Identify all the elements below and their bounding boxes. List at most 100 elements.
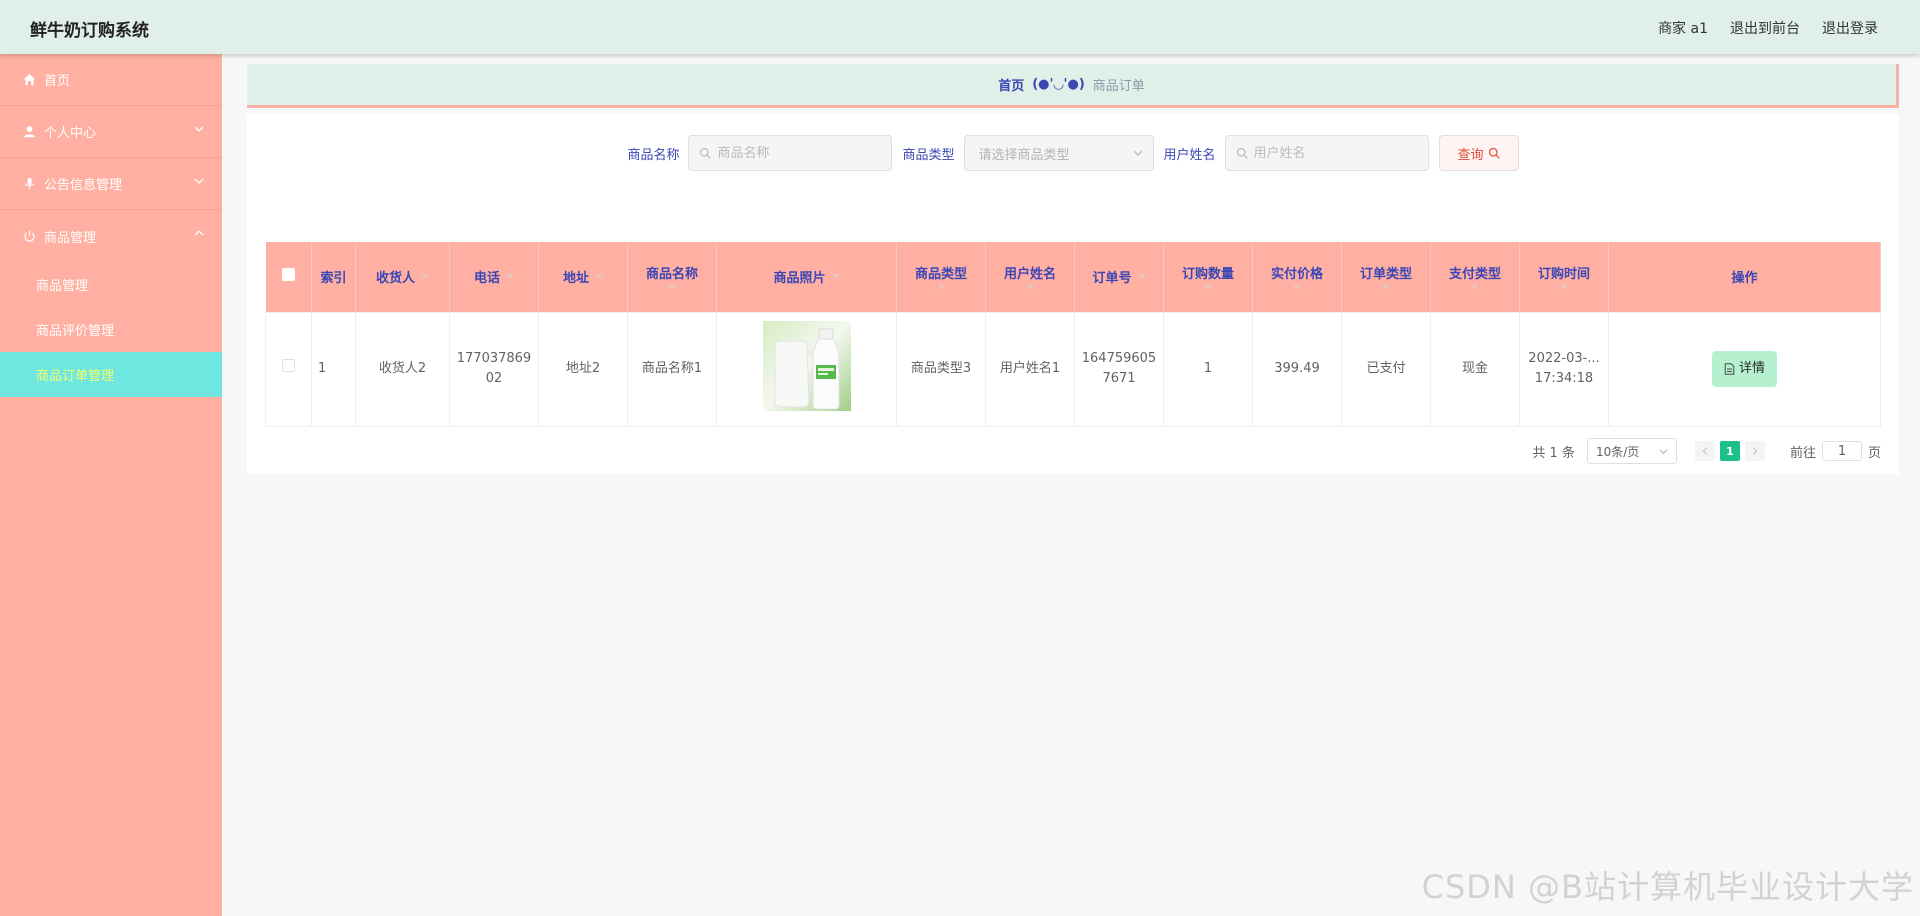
column-header[interactable]: 商品照片 xyxy=(716,242,897,313)
search-form: 商品名称 商品类型 请选择商品类型 用户姓名 查询 xyxy=(247,135,1899,171)
cell-actions: 详情 xyxy=(1608,312,1881,427)
column-header: 索引 xyxy=(311,242,356,313)
detail-button-label: 详情 xyxy=(1738,361,1765,376)
search-icon xyxy=(1488,147,1500,159)
cell-phone-line1: 177037869 xyxy=(456,351,532,366)
sort-icon[interactable] xyxy=(1293,285,1301,291)
header-receiver: 收货人 xyxy=(375,271,415,287)
query-button[interactable]: 查询 xyxy=(1438,135,1519,171)
exit-to-front-link[interactable]: 退出到前台 xyxy=(1730,18,1800,38)
document-icon xyxy=(1724,363,1735,375)
sort-icon[interactable] xyxy=(831,274,840,280)
search-icon xyxy=(1236,147,1248,159)
product-type-select[interactable]: 请选择商品类型 xyxy=(963,135,1154,171)
page-size-select[interactable]: 10条/页 xyxy=(1586,438,1677,464)
top-header: 鲜牛奶订购系统 商家 a1 退出到前台 退出登录 xyxy=(0,0,1920,54)
detail-button[interactable]: 详情 xyxy=(1711,351,1777,387)
sort-icon[interactable] xyxy=(668,285,676,291)
page-size-value: 10条/页 xyxy=(1595,444,1640,459)
user-name-field[interactable] xyxy=(1224,135,1429,171)
column-header[interactable]: 支付类型 xyxy=(1430,242,1520,313)
cell-quantity: 1 xyxy=(1163,312,1253,427)
cell-product-type: 商品类型3 xyxy=(896,312,986,427)
product-name-field[interactable] xyxy=(688,135,893,171)
sidebar-subitem-products[interactable]: 商品管理 xyxy=(0,262,222,307)
cell-price: 399.49 xyxy=(1252,312,1342,427)
sort-icon[interactable] xyxy=(595,274,603,280)
column-header[interactable]: 订购时间 xyxy=(1519,242,1609,313)
column-header[interactable]: 订购数量 xyxy=(1163,242,1253,313)
current-user-label[interactable]: 商家 a1 xyxy=(1658,18,1708,38)
column-header[interactable]: 商品类型 xyxy=(896,242,986,313)
breadcrumb-home[interactable]: 首页 xyxy=(998,75,1024,94)
sort-icon[interactable] xyxy=(506,274,514,280)
cell-order-time-line1: 2022-03-... xyxy=(1528,351,1600,366)
content-panel: 商品名称 商品类型 请选择商品类型 用户姓名 查询 索引 收货人 xyxy=(247,114,1899,474)
query-button-label: 查询 xyxy=(1457,147,1484,163)
cell-order-no-line2: 7671 xyxy=(1102,371,1136,386)
cell-pay-type: 现金 xyxy=(1430,312,1520,427)
cell-order-no: 164759605 7671 xyxy=(1074,312,1164,427)
breadcrumb-current: 商品订单 xyxy=(1092,79,1145,94)
header-index: 索引 xyxy=(320,271,347,287)
next-page-button[interactable] xyxy=(1744,441,1765,461)
header-order-no: 订单号 xyxy=(1092,271,1132,287)
column-header[interactable]: 收货人 xyxy=(355,242,450,313)
header-user-name: 用户姓名 xyxy=(1003,267,1056,283)
header-pay-type: 支付类型 xyxy=(1448,267,1501,283)
power-icon xyxy=(22,229,36,243)
chevron-down-icon xyxy=(1659,448,1668,454)
sidebar-item-home[interactable]: 首页 xyxy=(0,54,222,106)
sort-icon[interactable] xyxy=(1026,285,1034,291)
user-name-input[interactable] xyxy=(1253,145,1394,161)
logout-link[interactable]: 退出登录 xyxy=(1822,18,1878,38)
product-type-placeholder: 请选择商品类型 xyxy=(978,147,1070,163)
user-icon xyxy=(22,125,36,139)
pagination: 共 1 条 10条/页 1 前往 1 页 xyxy=(1532,438,1881,464)
column-header[interactable]: 商品名称 xyxy=(627,242,717,313)
home-icon xyxy=(22,73,36,87)
header-product-name: 商品名称 xyxy=(645,267,698,283)
sidebar-item-label: 公告信息管理 xyxy=(44,178,123,193)
sort-icon[interactable] xyxy=(1137,274,1146,280)
goto-label: 前往 xyxy=(1789,445,1816,461)
cell-address: 地址2 xyxy=(538,312,628,427)
cell-product-photo xyxy=(716,312,897,427)
column-header[interactable]: 实付价格 xyxy=(1252,242,1342,313)
sort-icon[interactable] xyxy=(421,274,429,280)
sort-icon[interactable] xyxy=(1204,285,1212,291)
sidebar-subitem-product-reviews[interactable]: 商品评价管理 xyxy=(0,307,222,352)
breadcrumb: 首页 (●'◡'●) 商品订单 xyxy=(247,64,1899,108)
sidebar-item-personal-center[interactable]: 个人中心 xyxy=(0,106,222,158)
chevron-left-icon xyxy=(1702,447,1707,455)
select-all-checkbox[interactable] xyxy=(281,268,295,282)
sort-icon[interactable] xyxy=(1382,285,1390,291)
column-header[interactable]: 订单类型 xyxy=(1341,242,1431,313)
sidebar-item-label: 商品管理 xyxy=(44,230,97,246)
breadcrumb-separator: (●'◡'●) xyxy=(1032,77,1085,92)
cell-phone-line2: 02 xyxy=(485,371,503,386)
row-checkbox[interactable] xyxy=(282,359,295,372)
header-product-type: 商品类型 xyxy=(914,267,967,283)
sidebar-item-product-management[interactable]: 商品管理 xyxy=(0,210,222,262)
table-header-row: 索引 收货人 电话 地址 商品名称 商品照片 商品类型 用户姓名 订单号 订购数… xyxy=(265,242,1881,313)
user-name-label: 用户姓名 xyxy=(1163,147,1216,163)
chevron-right-icon xyxy=(1752,447,1758,455)
goto-page-input[interactable]: 1 xyxy=(1821,441,1862,461)
column-header[interactable]: 订单号 xyxy=(1074,242,1164,313)
sort-icon[interactable] xyxy=(1471,285,1479,291)
sort-icon[interactable] xyxy=(937,285,945,291)
mic-icon xyxy=(22,177,36,191)
chevron-up-icon xyxy=(194,230,204,236)
sort-icon[interactable] xyxy=(1560,285,1568,291)
column-header[interactable]: 用户姓名 xyxy=(985,242,1075,313)
prev-page-button[interactable] xyxy=(1694,441,1715,461)
product-name-input[interactable] xyxy=(717,145,858,161)
page-number-button[interactable]: 1 xyxy=(1719,441,1740,461)
header-order-type: 订单类型 xyxy=(1359,267,1412,283)
column-header[interactable]: 地址 xyxy=(538,242,628,313)
column-header[interactable]: 电话 xyxy=(449,242,539,313)
table-row: 1 收货人2 177037869 02 地址2 商品名称1 商品类型3 用户姓名… xyxy=(265,312,1881,427)
sidebar-item-announcement[interactable]: 公告信息管理 xyxy=(0,158,222,210)
sidebar-subitem-product-orders[interactable]: 商品订单管理 xyxy=(0,352,222,397)
